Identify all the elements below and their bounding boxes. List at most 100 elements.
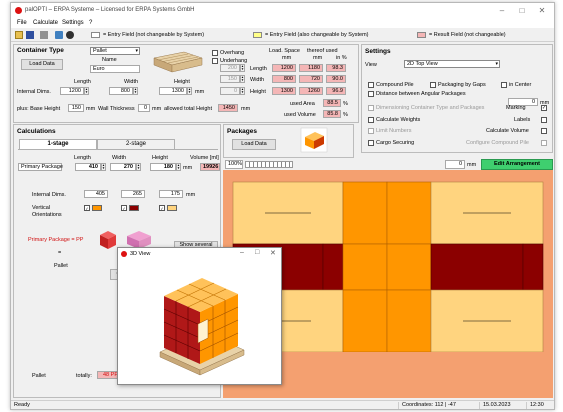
legend-result-field: = Result Field (not changeable): [429, 32, 506, 38]
print-icon[interactable]: [40, 31, 48, 39]
orientation-1-checkbox[interactable]: ✓: [84, 205, 90, 211]
equals-sign: =: [58, 250, 62, 256]
used-mm-header: mm: [313, 55, 323, 61]
labels-checkbox[interactable]: [541, 117, 547, 123]
overhang-length-spinner[interactable]: ▲ ▼: [240, 64, 245, 72]
packaging-by-gaps-checkbox[interactable]: [430, 82, 436, 88]
help-icon[interactable]: [66, 31, 74, 39]
container-height-spinner[interactable]: ▲ ▼: [187, 87, 192, 95]
3d-view-close-button[interactable]: ✕: [270, 249, 276, 257]
legend-pink-swatch: [417, 32, 426, 38]
close-button[interactable]: ✕: [535, 6, 549, 15]
pp-width-field[interactable]: 270: [110, 163, 136, 171]
save-icon[interactable]: [26, 31, 34, 39]
thereof-used-label: thereof used: [307, 48, 338, 54]
status-date: 15.03.2023: [479, 402, 519, 409]
package-mid-mid-2: [386, 243, 432, 291]
pp-length-field[interactable]: 410: [75, 163, 101, 171]
menu-help[interactable]: ?: [89, 20, 92, 26]
overhang-checkbox[interactable]: [212, 50, 218, 56]
view-label: View: [365, 62, 377, 68]
in-center-label: in Center: [509, 82, 532, 88]
maximize-button[interactable]: □: [515, 6, 529, 15]
pallet-image: [148, 50, 204, 76]
status-time: 12:30: [526, 402, 554, 409]
legend-entry-changeable: = Entry Field (also changeable by System…: [265, 32, 369, 38]
pp-width-spinner[interactable]: ▲ ▼: [136, 163, 141, 171]
base-height-field[interactable]: 150: [68, 104, 84, 112]
menu-calculate[interactable]: Calculate: [33, 20, 58, 26]
open-icon[interactable]: [15, 31, 23, 39]
pp-length-spinner[interactable]: ▲ ▼: [101, 163, 106, 171]
overhang-label: Overhang: [220, 50, 245, 56]
overhang-length-field[interactable]: 200: [220, 64, 240, 72]
menu-bar: File Calculate Settings ?: [11, 19, 554, 28]
compound-pile-checkbox[interactable]: [368, 82, 374, 88]
primary-pp-label: Primary Package = PP: [28, 237, 84, 243]
container-name-field[interactable]: Euro: [90, 65, 140, 73]
limit-numbers-checkbox[interactable]: [368, 128, 374, 134]
edit-mm-field[interactable]: 0: [445, 160, 465, 169]
orientation-3-checkbox[interactable]: ✓: [159, 205, 165, 211]
container-width-spinner[interactable]: ▲ ▼: [133, 87, 138, 95]
packages-load-data-button[interactable]: Load Data: [232, 139, 276, 150]
container-length-field[interactable]: 1200: [60, 87, 84, 95]
legend-white-swatch: [91, 32, 100, 38]
container-length-spinner[interactable]: ▲ ▼: [84, 87, 89, 95]
package-preview-image: [300, 127, 328, 153]
orientation-2-checkbox[interactable]: ✓: [121, 205, 127, 211]
calculate-volume-checkbox[interactable]: [541, 128, 547, 134]
allowed-total-height-unit: mm: [241, 106, 251, 112]
allowed-total-height-field: 1450: [218, 104, 238, 112]
cargo-securing-checkbox[interactable]: [368, 140, 374, 146]
package-mid-left-2: [322, 243, 344, 291]
used-height: 1260: [299, 87, 323, 95]
status-ready: Ready: [14, 402, 30, 408]
minimize-button[interactable]: –: [495, 6, 509, 15]
package-top-mid-2: [386, 181, 432, 245]
overhang-height-spinner[interactable]: ▲ ▼: [240, 87, 245, 95]
container-load-data-button[interactable]: Load Data: [21, 59, 63, 70]
wall-thickness-field[interactable]: 0: [138, 104, 150, 112]
edit-arrangement-button[interactable]: Edit Arrangement: [481, 159, 553, 170]
overhang-height-field[interactable]: 0: [220, 87, 240, 95]
overhang-width-field[interactable]: 150: [220, 75, 240, 83]
pp-volume-field: 19926: [200, 163, 220, 171]
in-center-checkbox[interactable]: [501, 82, 507, 88]
limit-numbers-label: Limit Numbers: [376, 128, 412, 134]
window-title: palOPTI – ERPA Systeme – Licensed for ER…: [25, 7, 195, 13]
tab-2-stage[interactable]: 2-stage: [97, 139, 175, 149]
packages-panel: Packages Load Data: [223, 124, 354, 158]
container-type-select[interactable]: Pallet ▾: [90, 47, 140, 55]
dimensioning-checkbox[interactable]: [368, 105, 374, 111]
zoom-slider[interactable]: [245, 161, 293, 168]
calculations-header: Calculations: [17, 128, 56, 135]
package-mid-right: [430, 243, 524, 291]
calculate-weights-checkbox[interactable]: [368, 117, 374, 123]
menu-settings[interactable]: Settings: [62, 20, 84, 26]
container-height-field[interactable]: 1300: [159, 87, 187, 95]
zoom-field[interactable]: 100%: [225, 160, 243, 169]
container-width-field[interactable]: 800: [109, 87, 133, 95]
3d-view-minimize-button[interactable]: –: [240, 249, 244, 256]
overhang-width-spinner[interactable]: ▲ ▼: [240, 75, 245, 83]
configure-compound-checkbox[interactable]: [541, 140, 547, 146]
container-length-label: Length: [74, 79, 91, 85]
marking-checkbox[interactable]: ✓: [541, 105, 547, 111]
pp-height-field[interactable]: 180: [150, 163, 176, 171]
distance-between-checkbox[interactable]: [368, 91, 374, 97]
packaging-by-gaps-label: Packaging by Gaps: [438, 82, 486, 88]
pp-int-width-field[interactable]: 265: [121, 190, 145, 198]
3d-view-maximize-button[interactable]: □: [255, 249, 259, 256]
edit-mm-unit: mm: [467, 162, 477, 168]
info-icon[interactable]: [55, 31, 63, 39]
pp-height-spinner[interactable]: ▲ ▼: [176, 163, 181, 171]
menu-file[interactable]: File: [17, 20, 27, 26]
underhang-checkbox[interactable]: [212, 58, 218, 64]
pp-length-label: Length: [74, 155, 91, 161]
tab-1-stage[interactable]: 1-stage: [19, 139, 97, 149]
view-select[interactable]: 2D Top View ▾: [404, 60, 500, 68]
pp-int-height-field[interactable]: 175: [159, 190, 183, 198]
pp-int-length-field[interactable]: 405: [84, 190, 108, 198]
pp-int-unit: mm: [186, 192, 196, 198]
